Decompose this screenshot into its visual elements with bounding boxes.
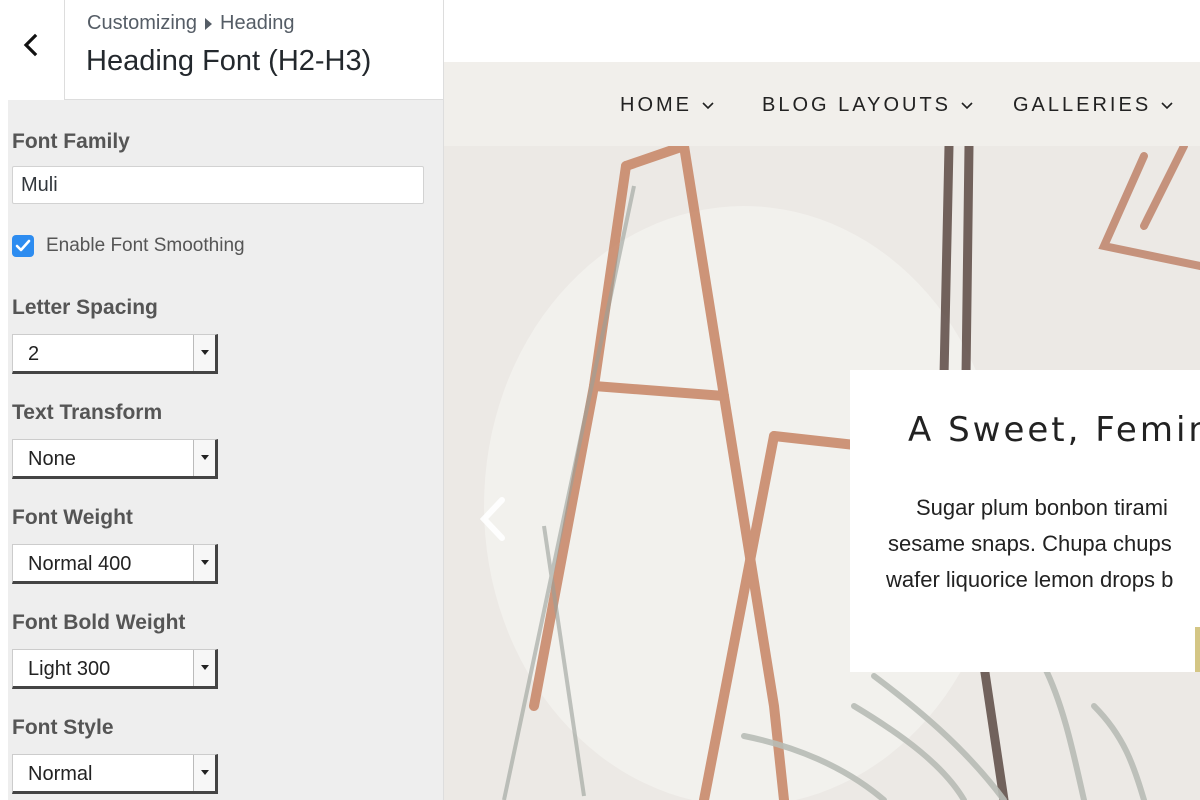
slide-excerpt: Sugar plum bonbon tirami sesame snaps. C… (886, 490, 1200, 598)
main-navigation: HOME BLOG LAYOUTS GALLERIES (444, 62, 1200, 146)
breadcrumb: Customizing Heading (87, 12, 295, 35)
nav-item-home[interactable]: HOME (620, 94, 714, 117)
nav-item-blog-layouts[interactable]: BLOG LAYOUTS (762, 94, 973, 117)
letter-spacing-select[interactable]: 2 (12, 334, 218, 374)
triangle-down-icon (193, 335, 215, 371)
triangle-down-icon (193, 755, 215, 791)
font-style-value: Normal (28, 763, 93, 785)
chevron-down-icon (961, 101, 973, 109)
font-family-value: Muli (21, 174, 58, 196)
breadcrumb-root: Customizing (87, 12, 198, 34)
font-weight-label: Font Weight (12, 506, 133, 529)
chevron-left-icon (479, 497, 505, 541)
triangle-down-icon (193, 545, 215, 581)
customizer-panel: Customizing Heading Heading Font (H2-H3)… (0, 0, 444, 800)
font-smoothing-label[interactable]: Enable Font Smoothing (46, 235, 245, 257)
font-style-label: Font Style (12, 716, 114, 739)
site-preview: HOME BLOG LAYOUTS GALLERIES A Sweet, Fem… (444, 0, 1200, 800)
breadcrumb-caret-icon (205, 17, 213, 30)
excerpt-line: sesame snaps. Chupa chups (888, 531, 1172, 556)
slide-caption-card: A Sweet, Femin Sugar plum bonbon tirami … (850, 370, 1200, 672)
text-transform-value: None (28, 448, 76, 470)
font-style-select[interactable]: Normal (12, 754, 218, 794)
triangle-down-icon (193, 650, 215, 686)
triangle-down-icon (193, 440, 215, 476)
read-more-button[interactable] (1195, 627, 1200, 672)
nav-item-label: GALLERIES (1013, 94, 1152, 116)
slide-title: A Sweet, Femin (908, 410, 1200, 450)
nav-item-label: BLOG LAYOUTS (762, 94, 952, 116)
letter-spacing-value: 2 (28, 343, 40, 365)
font-smoothing-checkbox[interactable] (12, 235, 34, 257)
breadcrumb-section: Heading (220, 12, 295, 34)
letter-spacing-label: Letter Spacing (12, 296, 158, 319)
font-bold-weight-select[interactable]: Light 300 (12, 649, 218, 689)
font-weight-select[interactable]: Normal 400 (12, 544, 218, 584)
font-bold-weight-value: Light 300 (28, 658, 111, 680)
text-transform-label: Text Transform (12, 401, 163, 424)
panel-header: Customizing Heading Heading Font (H2-H3) (0, 0, 443, 100)
chevron-left-icon (23, 33, 38, 57)
font-weight-value: Normal 400 (28, 553, 132, 575)
hero-slider: A Sweet, Femin Sugar plum bonbon tirami … (444, 146, 1200, 800)
text-transform-select[interactable]: None (12, 439, 218, 479)
panel-title: Heading Font (H2-H3) (86, 45, 372, 77)
back-button[interactable] (0, 0, 65, 100)
font-family-label: Font Family (12, 130, 130, 153)
site-topbar (444, 0, 1200, 62)
font-smoothing-row: Enable Font Smoothing (12, 235, 245, 257)
nav-item-galleries[interactable]: GALLERIES (1013, 94, 1173, 117)
font-bold-weight-label: Font Bold Weight (12, 611, 186, 634)
chevron-down-icon (1161, 101, 1173, 109)
excerpt-line: Sugar plum bonbon tirami (916, 495, 1168, 520)
excerpt-line: wafer liquorice lemon drops b (886, 567, 1174, 592)
font-family-input[interactable]: Muli (12, 166, 424, 204)
panel-edge (0, 100, 8, 800)
checkmark-icon (15, 239, 31, 252)
chevron-down-icon (702, 101, 714, 109)
nav-item-label: HOME (620, 94, 692, 116)
